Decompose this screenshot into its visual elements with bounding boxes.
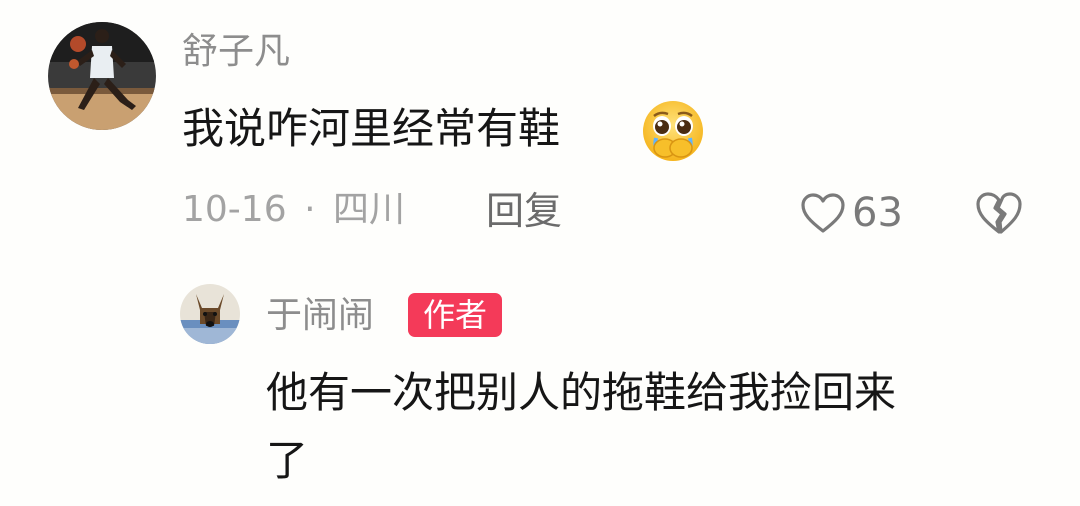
avatar[interactable] bbox=[48, 22, 156, 130]
reply-text-line1: 他有一次把别人的拖鞋给我捡回来 bbox=[266, 368, 897, 417]
author-badge: 作者 bbox=[408, 293, 502, 337]
reply-text-line2: 了 bbox=[266, 436, 309, 485]
reply-avatar[interactable] bbox=[180, 284, 240, 344]
reply-username[interactable]: 于闹闹 bbox=[266, 298, 374, 334]
comment-meta: 10-16 · 四川 bbox=[182, 192, 405, 228]
reply-avatar-image bbox=[180, 284, 240, 344]
like-count: 63 bbox=[852, 190, 903, 236]
comment-text: 我说咋河里经常有鞋 bbox=[182, 104, 561, 153]
broken-heart-icon bbox=[976, 192, 1022, 234]
comment-date: 10-16 bbox=[182, 189, 287, 230]
comment-location: 四川 bbox=[332, 189, 405, 230]
heart-icon bbox=[801, 193, 845, 233]
pleading-face-emoji-icon bbox=[643, 101, 703, 161]
reply-button[interactable]: 回复 bbox=[486, 192, 562, 230]
meta-separator: · bbox=[304, 189, 316, 230]
comment-username[interactable]: 舒子凡 bbox=[182, 34, 290, 70]
dislike-button[interactable] bbox=[974, 190, 1024, 236]
avatar-image bbox=[48, 22, 156, 130]
like-button[interactable]: 63 bbox=[800, 188, 903, 238]
